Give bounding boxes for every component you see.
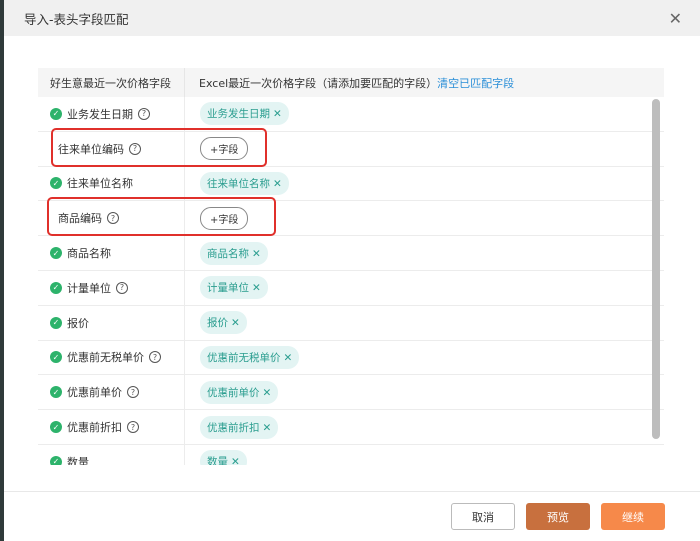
footer-divider [4,491,700,492]
remove-icon[interactable]: ✕ [252,282,261,294]
table-row: ✓ 计量单位? 计量单位 ✕ [38,270,664,306]
close-icon[interactable]: ✕ [669,9,682,28]
remove-icon[interactable]: ✕ [252,248,261,260]
field-label: 商品名称 [67,247,111,261]
check-circle-icon: ✓ [50,421,62,434]
check-circle-icon: ✓ [50,351,62,364]
help-icon[interactable]: ? [127,421,139,434]
remove-icon[interactable]: ✕ [231,456,240,465]
matched-field-tag[interactable]: 计量单位 ✕ [200,276,268,300]
table-row: ✓ 业务发生日期? 业务发生日期 ✕ [38,97,664,132]
matched-field-tag[interactable]: 优惠前无税单价 ✕ [200,345,300,369]
matched-field-tag[interactable]: 优惠前折扣 ✕ [200,415,279,439]
field-label: 优惠前单价 [67,386,122,400]
help-icon[interactable]: ? [138,107,150,120]
table-header: 好生意最近一次价格字段 Excel最近一次价格字段（请添加要匹配的字段）清空已匹… [38,68,664,97]
clear-matched-link[interactable]: 清空已匹配字段 [437,77,514,90]
table-row: ✓ 优惠前单价? 优惠前单价 ✕ [38,375,664,411]
remove-icon[interactable]: ✕ [263,422,272,434]
remove-icon[interactable]: ✕ [273,178,282,190]
tag-label: 优惠前无税单价 [207,351,281,364]
field-label: 业务发生日期 [67,107,133,121]
check-circle-icon: ✓ [50,247,62,260]
import-dialog: 导入-表头字段匹配 ✕ 好生意最近一次价格字段 Excel最近一次价格字段（请添… [4,0,700,541]
table-row: ✓ 优惠前无税单价? 优惠前无税单价 ✕ [38,340,664,376]
matched-field-tag[interactable]: 往来单位名称 ✕ [200,171,289,195]
dialog-header: 导入-表头字段匹配 [4,0,700,36]
remove-icon[interactable]: ✕ [263,387,272,399]
matched-field-tag[interactable]: 优惠前单价 ✕ [200,380,279,404]
matched-field-tag[interactable]: 报价 ✕ [200,311,247,335]
field-label: 计量单位 [67,281,111,295]
header-excel-field: Excel最近一次价格字段（请添加要匹配的字段） [199,76,438,90]
check-circle-icon: ✓ [50,281,62,294]
tag-label: 数量 [207,456,228,465]
dialog-title: 导入-表头字段匹配 [24,11,129,27]
help-icon[interactable]: ? [149,351,161,364]
scrollbar[interactable] [652,99,660,439]
check-circle-icon: ✓ [50,386,62,399]
tag-label: 业务发生日期 [207,108,270,121]
remove-icon[interactable]: ✕ [273,108,282,120]
preview-button[interactable]: 预览 [526,503,590,530]
matched-field-tag[interactable]: 商品名称 ✕ [200,241,268,265]
table-row: ✓ 报价 报价 ✕ [38,305,664,341]
matched-field-tag[interactable]: 业务发生日期 ✕ [200,102,289,126]
field-label: 优惠前折扣 [67,421,122,435]
highlight-box-unmatched [47,197,276,236]
tag-label: 往来单位名称 [207,177,270,190]
help-icon[interactable]: ? [116,281,128,294]
field-label: 报价 [67,316,89,330]
cancel-button[interactable]: 取消 [451,503,515,530]
tag-label: 报价 [207,317,228,330]
check-circle-icon: ✓ [50,455,62,465]
tag-label: 商品名称 [207,247,249,260]
table-row: ✓ 优惠前折扣? 优惠前折扣 ✕ [38,410,664,445]
help-icon[interactable]: ? [127,386,139,399]
remove-icon[interactable]: ✕ [284,352,293,364]
tag-label: 计量单位 [207,282,249,295]
check-circle-icon: ✓ [50,316,62,329]
check-circle-icon: ✓ [50,107,62,120]
remove-icon[interactable]: ✕ [231,317,240,329]
field-label: 数量 [67,455,89,465]
field-label: 优惠前无税单价 [67,351,144,365]
table-row: ✓ 商品名称 商品名称 ✕ [38,236,664,271]
check-circle-icon: ✓ [50,177,62,190]
tag-label: 优惠前单价 [207,386,260,399]
matched-field-tag[interactable]: 数量 ✕ [200,450,247,465]
highlight-box-unmatched [51,128,267,167]
header-system-field: 好生意最近一次价格字段 [38,68,185,97]
table-row: ✓ 数量 数量 ✕ [38,444,664,465]
field-label: 往来单位名称 [67,177,133,191]
tag-label: 优惠前折扣 [207,421,260,434]
continue-button[interactable]: 继续 [601,503,665,530]
